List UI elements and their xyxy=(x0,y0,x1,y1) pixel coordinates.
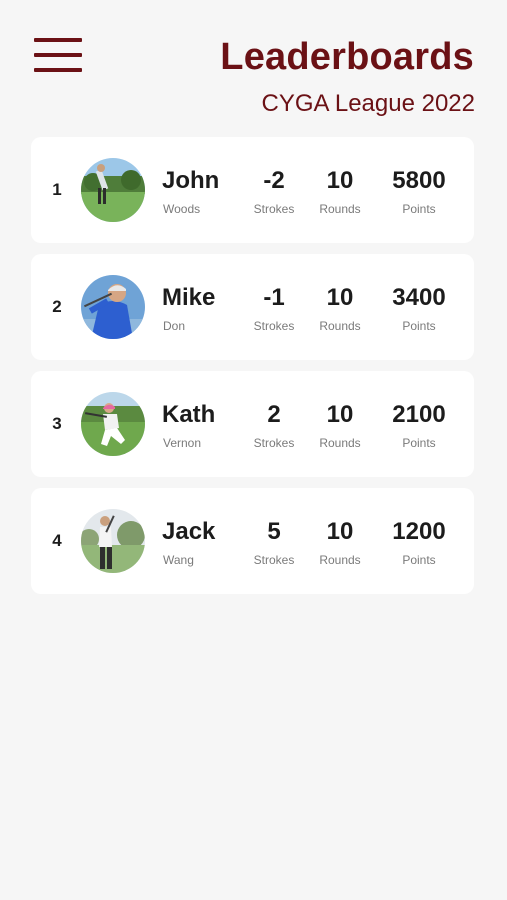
strokes-label: Strokes xyxy=(253,436,295,450)
menu-bar xyxy=(34,68,82,72)
points-stat: 1200 Points xyxy=(380,518,458,567)
player-last-name: Don xyxy=(163,319,186,333)
strokes-value: -2 xyxy=(263,167,285,194)
rounds-stat: 10 Rounds xyxy=(315,167,365,216)
strokes-label: Strokes xyxy=(253,202,295,216)
points-label: Points xyxy=(402,553,436,567)
player-last-name: Wang xyxy=(163,553,194,567)
rounds-value: 10 xyxy=(326,401,354,428)
points-value: 1200 xyxy=(392,518,446,545)
player-avatar xyxy=(81,509,145,573)
player-first-name: John xyxy=(162,167,220,194)
leaderboard-row[interactable]: 1 John Woods -2 Strokes 10 Rounds 5800 P… xyxy=(31,137,474,243)
player-first-name: Mike xyxy=(162,284,216,311)
player-first-name: Jack xyxy=(162,518,216,545)
strokes-label: Strokes xyxy=(253,319,295,333)
points-label: Points xyxy=(402,202,436,216)
leaderboards-screen: Leaderboards CYGA League 2022 1 John Woo… xyxy=(0,0,507,900)
points-stat: 2100 Points xyxy=(380,401,458,450)
leaderboard-row[interactable]: 4 Jack Wang 5 Strokes 10 Rounds 1200 Poi… xyxy=(31,488,474,594)
leaderboard-row[interactable]: 3 Kath Vernon 2 Strokes 10 Rounds 2100 P… xyxy=(31,371,474,477)
rounds-label: Rounds xyxy=(319,436,361,450)
rank-number: 1 xyxy=(52,180,62,199)
strokes-value: -1 xyxy=(263,284,285,311)
rounds-stat: 10 Rounds xyxy=(315,284,365,333)
strokes-value: 5 xyxy=(267,518,281,545)
points-stat: 5800 Points xyxy=(380,167,458,216)
rounds-label: Rounds xyxy=(319,553,361,567)
points-label: Points xyxy=(402,436,436,450)
menu-bar xyxy=(34,53,82,57)
player-last-name: Woods xyxy=(163,202,201,216)
league-subtitle: CYGA League 2022 xyxy=(261,90,475,117)
strokes-stat: -1 Strokes xyxy=(249,284,299,333)
player-avatar xyxy=(81,392,145,456)
rounds-value: 10 xyxy=(326,284,354,311)
rank-number: 2 xyxy=(52,297,62,316)
rounds-value: 10 xyxy=(326,167,354,194)
player-last-name: Vernon xyxy=(163,436,202,450)
strokes-value: 2 xyxy=(267,401,281,428)
strokes-label: Strokes xyxy=(253,553,295,567)
points-value: 2100 xyxy=(392,401,446,428)
player-avatar xyxy=(81,275,145,339)
rank-number: 3 xyxy=(52,414,62,433)
strokes-stat: -2 Strokes xyxy=(249,167,299,216)
rank-number: 4 xyxy=(52,531,62,550)
hamburger-menu-icon[interactable] xyxy=(34,38,82,74)
points-label: Points xyxy=(402,319,436,333)
points-stat: 3400 Points xyxy=(380,284,458,333)
player-first-name: Kath xyxy=(162,401,216,428)
player-avatar xyxy=(81,158,145,222)
rounds-value: 10 xyxy=(326,518,354,545)
rounds-label: Rounds xyxy=(319,202,361,216)
rounds-stat: 10 Rounds xyxy=(315,401,365,450)
page-title: Leaderboards xyxy=(220,36,474,78)
leaderboard-row[interactable]: 2 Mike Don -1 Strokes 10 Rounds 3400 Poi… xyxy=(31,254,474,360)
rounds-stat: 10 Rounds xyxy=(315,518,365,567)
menu-bar xyxy=(34,38,82,42)
points-value: 5800 xyxy=(392,167,446,194)
strokes-stat: 2 Strokes xyxy=(249,401,299,450)
strokes-stat: 5 Strokes xyxy=(249,518,299,567)
rounds-label: Rounds xyxy=(319,319,361,333)
points-value: 3400 xyxy=(392,284,446,311)
leaderboard-list: 1 John Woods -2 Strokes 10 Rounds 5800 P… xyxy=(31,137,474,605)
